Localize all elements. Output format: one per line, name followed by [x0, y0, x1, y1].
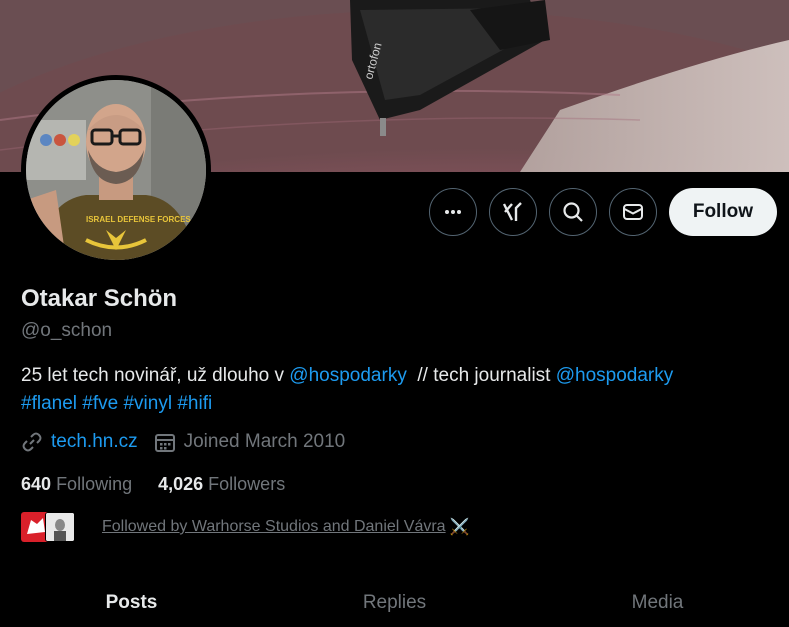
- tab-media[interactable]: Media: [526, 578, 789, 627]
- calendar-icon: [154, 434, 175, 452]
- follower-avatar-daniel: [45, 512, 75, 542]
- bio-mention-link[interactable]: @hospodarky: [556, 365, 674, 386]
- followed-by-text[interactable]: Followed by Warhorse Studios and Daniel …: [102, 518, 446, 536]
- tab-replies[interactable]: Replies: [263, 578, 526, 627]
- mail-icon: [622, 204, 643, 220]
- grok-icon: [502, 202, 522, 221]
- profile-name: Otakar Schön: [21, 285, 178, 312]
- shirt-text: ISRAEL DEFENSE FORCES: [86, 215, 191, 224]
- profile-handle: @o_schon: [21, 320, 113, 341]
- follow-stats: 640 Following 4,026 Followers: [21, 474, 311, 495]
- grok-button[interactable]: [488, 188, 537, 236]
- followers-label: Followers: [208, 474, 286, 494]
- bio-mention-link[interactable]: @hospodarky: [289, 365, 407, 386]
- avatar[interactable]: ISRAEL DEFENSE FORCES: [26, 80, 206, 260]
- follow-button[interactable]: Follow: [668, 188, 777, 236]
- hashtag-link[interactable]: #vinyl: [123, 393, 172, 414]
- profile-bio: 25 let tech novinář, už dlouho v @hospod…: [21, 362, 761, 418]
- website-link[interactable]: tech.hn.cz: [51, 431, 138, 453]
- hashtag-link[interactable]: #hifi: [177, 393, 212, 414]
- avatar-ring[interactable]: ISRAEL DEFENSE FORCES: [21, 75, 211, 265]
- search-profile-button[interactable]: [548, 188, 597, 236]
- following-label: Following: [56, 474, 133, 494]
- profile-tabs: Posts Replies Media: [0, 578, 789, 627]
- joined-date: Joined March 2010: [183, 431, 346, 452]
- profile-actions: Follow: [428, 188, 777, 236]
- profile-page: ortofon ISRAEL DEFENSE FORCES Follow Ota…: [0, 0, 789, 627]
- profile-meta: tech.hn.cz Joined March 2010: [21, 431, 361, 453]
- bio-text: // tech journalist: [406, 365, 556, 386]
- followers-link[interactable]: 4,026 Followers: [158, 474, 285, 495]
- avatar-image: ISRAEL DEFENSE FORCES: [26, 80, 206, 260]
- followers-count: 4,026: [158, 474, 204, 494]
- followed-by[interactable]: Followed by Warhorse Studios and Daniel …: [21, 512, 470, 542]
- following-link[interactable]: 640 Following: [21, 474, 132, 495]
- tab-posts[interactable]: Posts: [0, 578, 263, 627]
- message-button[interactable]: [608, 188, 657, 236]
- joined-item: Joined March 2010: [154, 431, 346, 453]
- link-icon: [22, 432, 42, 452]
- website-item: tech.hn.cz: [21, 431, 138, 453]
- hashtag-link[interactable]: #flanel: [21, 393, 77, 414]
- more-button[interactable]: [428, 188, 477, 236]
- more-icon: [444, 210, 461, 214]
- following-count: 640: [21, 474, 52, 494]
- swords-emoji: ⚔️: [449, 519, 470, 536]
- bio-text: 25 let tech novinář, už dlouho v: [21, 365, 290, 386]
- hashtag-link[interactable]: #fve: [82, 393, 118, 414]
- search-icon: [563, 202, 583, 222]
